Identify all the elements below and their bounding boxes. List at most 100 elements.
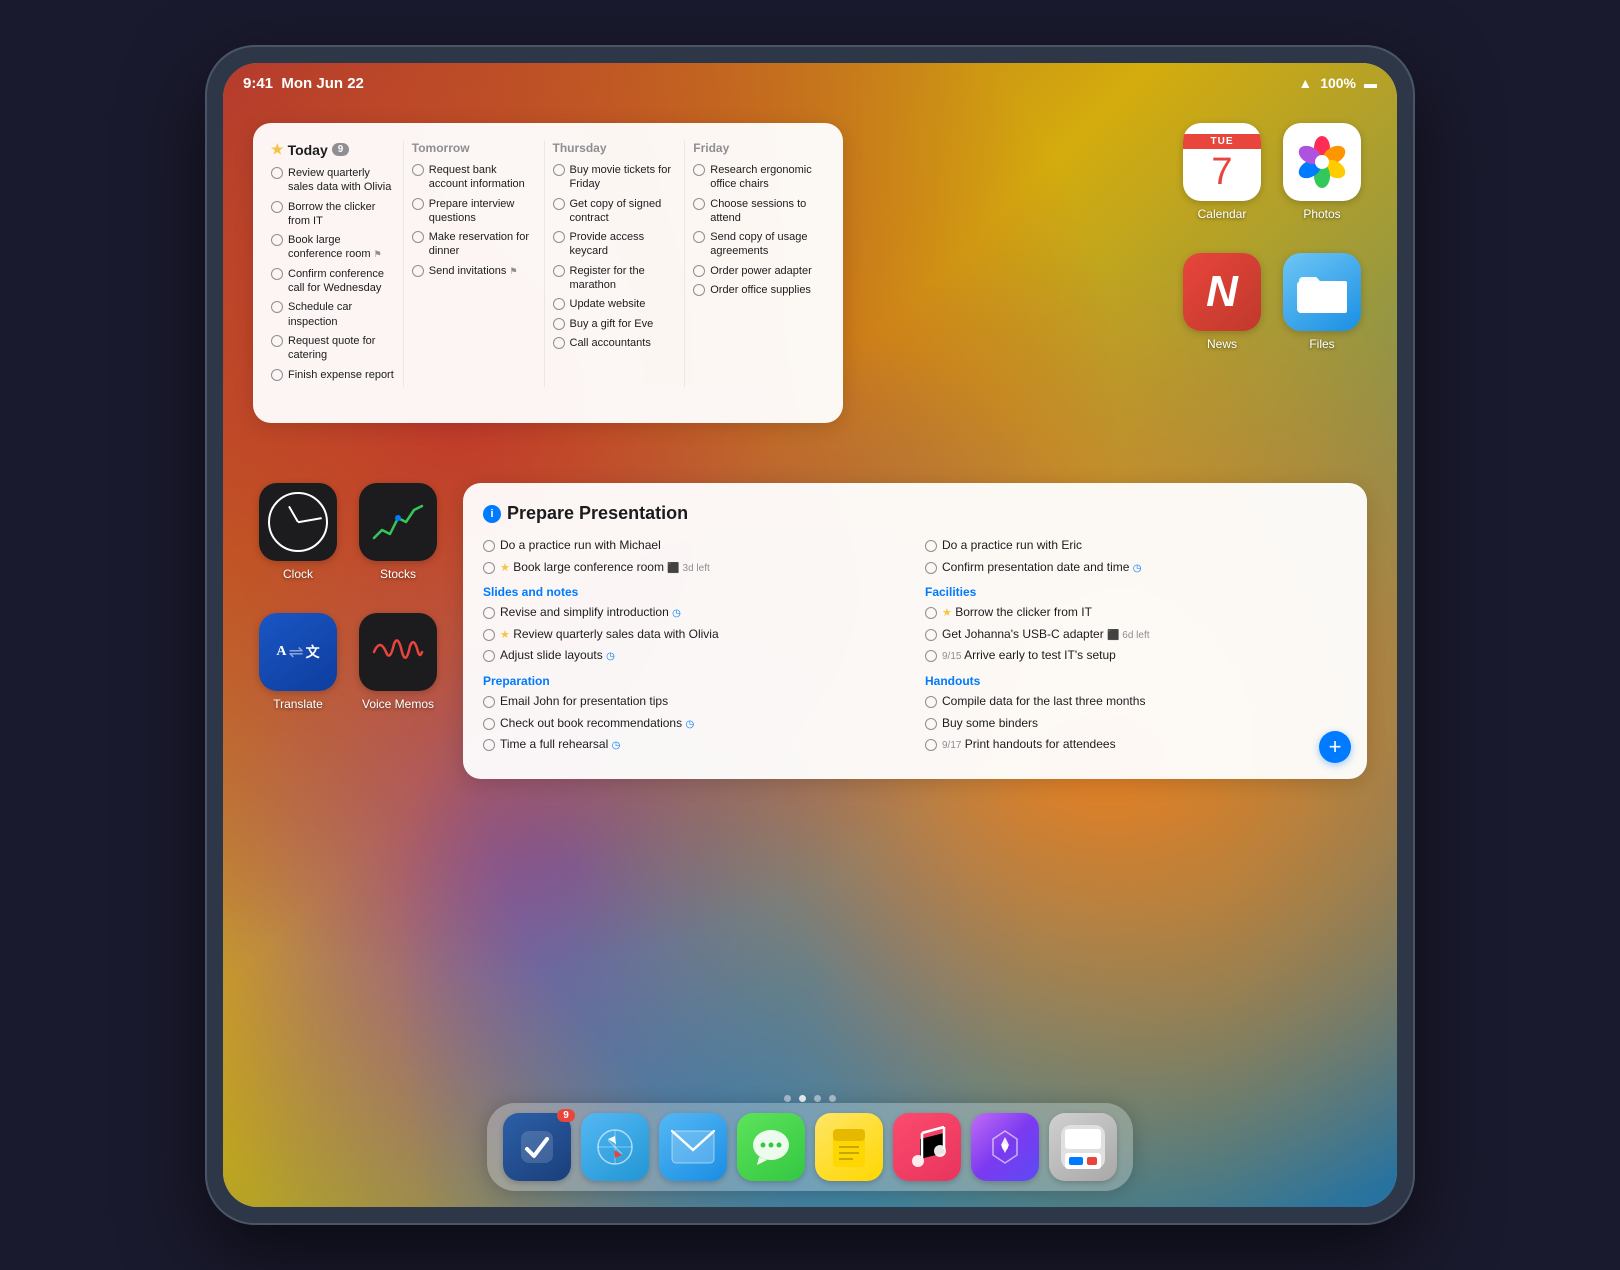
calendar-icon[interactable]: TUE 7 <box>1183 123 1261 201</box>
detail-task[interactable]: 9/17 Print handouts for attendees <box>925 737 1347 753</box>
add-reminder-button[interactable]: + <box>1319 731 1351 763</box>
clock-icon[interactable] <box>259 483 337 561</box>
section-handouts: Handouts <box>925 674 1347 688</box>
page-dot-1[interactable] <box>784 1095 791 1102</box>
task-item[interactable]: Send invitations ⚑ <box>412 264 536 278</box>
app-news-wrapper[interactable]: N News <box>1177 253 1267 373</box>
detail-task[interactable]: ★ Review quarterly sales data with Olivi… <box>483 627 905 643</box>
translate-icon[interactable]: A ⇌ 文 <box>259 613 337 691</box>
page-dot-3[interactable] <box>814 1095 821 1102</box>
dock-safari-icon[interactable] <box>581 1113 649 1181</box>
voicememos-icon[interactable] <box>359 613 437 691</box>
page-dot-2[interactable] <box>799 1095 806 1102</box>
dock-notes-wrapper[interactable] <box>815 1113 883 1181</box>
task-item[interactable]: Request bank account information <box>412 163 536 192</box>
dock-music-icon[interactable] <box>893 1113 961 1181</box>
detail-right-col: Do a practice run with Eric Confirm pres… <box>925 538 1347 759</box>
task-item[interactable]: Borrow the clicker from IT <box>271 200 395 229</box>
battery-percent: 100% <box>1320 75 1356 91</box>
detail-title: Prepare Presentation <box>507 503 688 524</box>
status-right: ▲ 100% ▬ <box>1298 75 1377 91</box>
tomorrow-column: Tomorrow Request bank account informatio… <box>404 141 545 387</box>
app-stocks-wrapper[interactable]: Stocks <box>353 483 443 603</box>
clock-face <box>268 492 328 552</box>
voicememos-label: Voice Memos <box>362 697 434 711</box>
task-item[interactable]: Finish expense report <box>271 368 395 382</box>
detail-task[interactable]: Buy some binders <box>925 716 1347 732</box>
dock-messages-icon[interactable] <box>737 1113 805 1181</box>
page-dot-4[interactable] <box>829 1095 836 1102</box>
prepare-presentation-widget[interactable]: i Prepare Presentation Do a practice run… <box>463 483 1367 779</box>
page-dots <box>223 1095 1397 1102</box>
top-apps-grid: TUE 7 Calendar <box>1177 123 1367 423</box>
reminders-widget[interactable]: ★ Today 9 Review quarterly sales data wi… <box>253 123 843 423</box>
dock-shortcuts-wrapper[interactable] <box>971 1113 1039 1181</box>
battery-icon: ▬ <box>1364 76 1377 91</box>
dock: 9 <box>487 1103 1133 1191</box>
info-icon: i <box>483 505 501 523</box>
task-item[interactable]: Provide access keycard <box>553 230 677 259</box>
friday-column: Friday Research ergonomic office chairs … <box>685 141 825 387</box>
task-item[interactable]: Prepare interview questions <box>412 197 536 226</box>
task-item[interactable]: Buy movie tickets for Friday <box>553 163 677 192</box>
left-apps-grid: Clock Stocks <box>253 483 443 733</box>
task-item[interactable]: Schedule car inspection <box>271 300 395 329</box>
task-item[interactable]: Order power adapter <box>693 264 817 278</box>
task-item[interactable]: Call accountants <box>553 336 677 350</box>
task-item[interactable]: Make reservation for dinner <box>412 230 536 259</box>
calendar-date: 7 <box>1211 153 1232 191</box>
detail-task[interactable]: Adjust slide layouts ◷ <box>483 648 905 664</box>
status-time: 9:41 Mon Jun 22 <box>243 75 364 92</box>
dock-notes-icon[interactable] <box>815 1113 883 1181</box>
task-item[interactable]: Choose sessions to attend <box>693 197 817 226</box>
dock-omnifocus-icon[interactable] <box>503 1113 571 1181</box>
task-item[interactable]: Update website <box>553 297 677 311</box>
files-icon[interactable] <box>1283 253 1361 331</box>
app-clock-wrapper[interactable]: Clock <box>253 483 343 603</box>
dock-omnifocus-wrapper[interactable]: 9 <box>503 1113 571 1181</box>
detail-task[interactable]: Compile data for the last three months <box>925 694 1347 710</box>
app-voicememos-wrapper[interactable]: Voice Memos <box>353 613 443 733</box>
dock-shortcuts-icon[interactable] <box>971 1113 1039 1181</box>
task-item[interactable]: Research ergonomic office chairs <box>693 163 817 192</box>
detail-task[interactable]: 9/15 Arrive early to test IT's setup <box>925 648 1347 664</box>
task-item[interactable]: Book large conference room ⚑ <box>271 233 395 262</box>
status-bar: 9:41 Mon Jun 22 ▲ 100% ▬ <box>223 63 1397 103</box>
detail-task[interactable]: Do a practice run with Michael <box>483 538 905 554</box>
calendar-day: TUE <box>1183 134 1261 149</box>
app-photos-wrapper[interactable]: Photos <box>1277 123 1367 243</box>
detail-task[interactable]: Email John for presentation tips <box>483 694 905 710</box>
dock-music-wrapper[interactable] <box>893 1113 961 1181</box>
detail-task[interactable]: ★ Borrow the clicker from IT <box>925 605 1347 621</box>
stocks-icon[interactable] <box>359 483 437 561</box>
task-item[interactable]: Confirm conference call for Wednesday <box>271 267 395 296</box>
content-area: ★ Today 9 Review quarterly sales data wi… <box>223 103 1397 1207</box>
task-item[interactable]: Buy a gift for Eve <box>553 317 677 331</box>
task-item[interactable]: Send copy of usage agreements <box>693 230 817 259</box>
task-item[interactable]: Get copy of signed contract <box>553 197 677 226</box>
photos-icon[interactable] <box>1283 123 1361 201</box>
detail-task[interactable]: Revise and simplify introduction ◷ <box>483 605 905 621</box>
app-translate-wrapper[interactable]: A ⇌ 文 Translate <box>253 613 343 733</box>
dock-messages-wrapper[interactable] <box>737 1113 805 1181</box>
task-item[interactable]: Request quote for catering <box>271 334 395 363</box>
detail-task[interactable]: Do a practice run with Eric <box>925 538 1347 554</box>
dock-mail-icon[interactable] <box>659 1113 727 1181</box>
detail-task[interactable]: Time a full rehearsal ◷ <box>483 737 905 753</box>
dock-mail-wrapper[interactable] <box>659 1113 727 1181</box>
dock-mimestream-icon[interactable] <box>1049 1113 1117 1181</box>
detail-task[interactable]: ★ Book large conference room ⬛ 3d left <box>483 560 905 576</box>
news-icon[interactable]: N <box>1183 253 1261 331</box>
task-item[interactable]: Register for the marathon <box>553 264 677 293</box>
app-files-wrapper[interactable]: Files <box>1277 253 1367 373</box>
app-calendar-wrapper[interactable]: TUE 7 Calendar <box>1177 123 1267 243</box>
detail-task[interactable]: Confirm presentation date and time ◷ <box>925 560 1347 576</box>
detail-task[interactable]: Get Johanna's USB-C adapter ⬛ 6d left <box>925 627 1347 643</box>
task-item[interactable]: Review quarterly sales data with Olivia <box>271 166 395 195</box>
detail-task[interactable]: Check out book recommendations ◷ <box>483 716 905 732</box>
dock-safari-wrapper[interactable] <box>581 1113 649 1181</box>
clock-label: Clock <box>283 567 313 581</box>
task-item[interactable]: Order office supplies <box>693 283 817 297</box>
today-badge: 9 <box>332 143 350 156</box>
dock-mimestream-wrapper[interactable] <box>1049 1113 1117 1181</box>
